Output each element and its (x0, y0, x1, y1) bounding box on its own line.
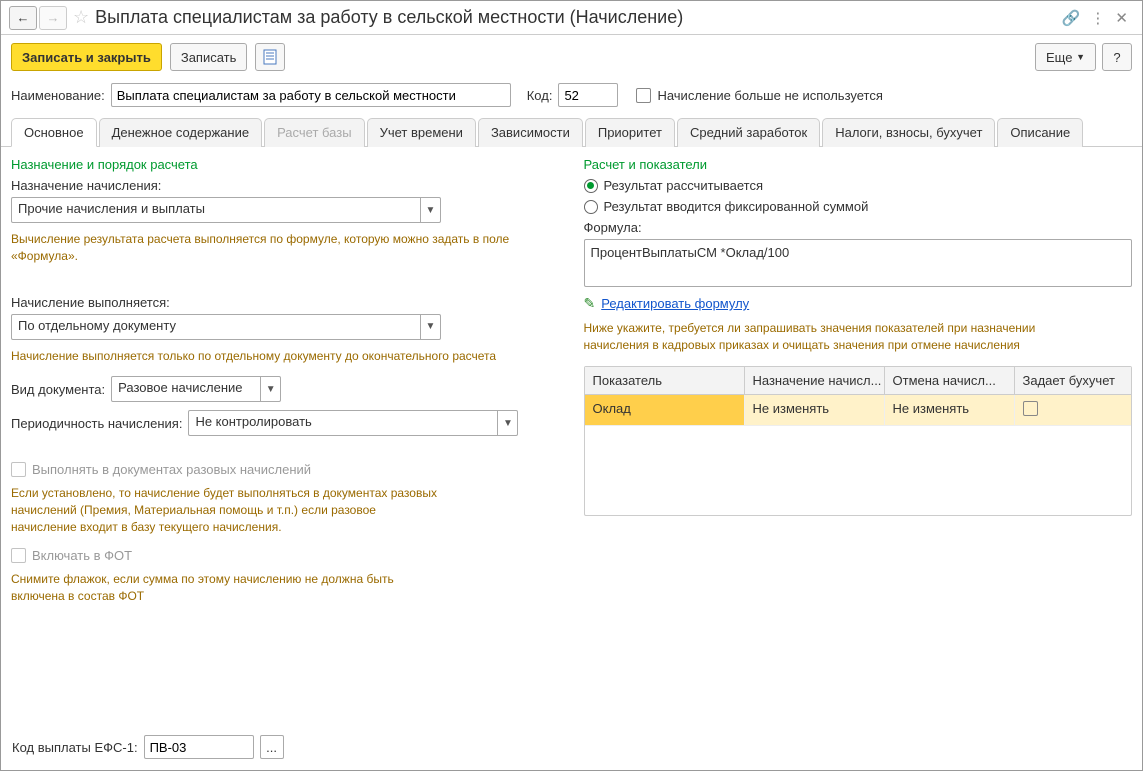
window-title: Выплата специалистам за работу в сельско… (95, 7, 1062, 28)
radio-fixed[interactable] (584, 200, 598, 214)
code-input[interactable] (558, 83, 618, 107)
name-input[interactable] (111, 83, 511, 107)
formula-label: Формула: (584, 220, 1133, 235)
chevron-down-icon[interactable]: ▼ (420, 315, 440, 339)
chevron-down-icon: ▼ (1076, 52, 1085, 62)
period-combo[interactable]: Не контролировать ▼ (188, 410, 518, 436)
radio-calc[interactable] (584, 179, 598, 193)
row-check[interactable] (1023, 401, 1038, 416)
tab-main[interactable]: Основное (11, 118, 97, 147)
cb-fot-label: Включать в ФОТ (32, 548, 132, 563)
save-and-close-button[interactable]: Записать и закрыть (11, 43, 162, 71)
document-icon (263, 49, 277, 65)
tab-desc[interactable]: Описание (997, 118, 1083, 147)
cb-fot (11, 548, 26, 563)
tab-time[interactable]: Учет времени (367, 118, 476, 147)
forward-button[interactable]: → (39, 6, 67, 30)
indicators-grid[interactable]: Показатель Назначение начисл... Отмена н… (584, 366, 1133, 516)
link-icon[interactable]: 🔗 (1062, 9, 1081, 27)
unused-label: Начисление больше не используется (657, 88, 882, 103)
grid-row[interactable]: Оклад Не изменять Не изменять (585, 395, 1132, 426)
exec-label: Начисление выполняется: (11, 295, 560, 310)
cb-razovy-label: Выполнять в документах разовых начислени… (32, 462, 311, 477)
doc-label: Вид документа: (11, 382, 105, 397)
grid-h1[interactable]: Показатель (585, 367, 745, 394)
period-label: Периодичность начисления: (11, 416, 182, 431)
pencil-icon: ✎ (584, 295, 596, 312)
save-button[interactable]: Записать (170, 43, 248, 71)
radio-fixed-label: Результат вводится фиксированной суммой (604, 199, 869, 214)
assign-hint: Вычисление результата расчета выполняетс… (11, 231, 560, 265)
efs-input[interactable] (144, 735, 254, 759)
code-label: Код: (527, 88, 553, 103)
grid-h4[interactable]: Задает бухучет (1015, 367, 1132, 394)
cb2-hint: Снимите флажок, если сумма по этому начи… (11, 571, 441, 605)
efs-select-button[interactable]: ... (260, 735, 284, 759)
tab-base[interactable]: Расчет базы (264, 118, 365, 147)
exec-hint: Начисление выполняется только по отдельн… (11, 348, 560, 365)
help-button[interactable]: ? (1102, 43, 1132, 71)
radio-calc-label: Результат рассчитывается (604, 178, 764, 193)
tab-avg[interactable]: Средний заработок (677, 118, 820, 147)
section-calc: Расчет и показатели (584, 157, 1133, 172)
grid-h2[interactable]: Назначение начисл... (745, 367, 885, 394)
back-button[interactable]: ← (9, 6, 37, 30)
kebab-icon[interactable]: ⋮ (1090, 9, 1105, 27)
favorite-star-icon[interactable]: ☆ (73, 7, 89, 28)
formula-box: ПроцентВыплатыСМ *Оклад/100 (584, 239, 1133, 287)
grid-h3[interactable]: Отмена начисл... (885, 367, 1015, 394)
chevron-down-icon[interactable]: ▼ (260, 377, 280, 401)
unused-checkbox[interactable] (636, 88, 651, 103)
report-icon-button[interactable] (255, 43, 285, 71)
grid-hint: Ниже укажите, требуется ли запрашивать з… (584, 320, 1064, 354)
assign-combo[interactable]: Прочие начисления и выплаты ▼ (11, 197, 441, 223)
cb-razovy (11, 462, 26, 477)
chevron-down-icon[interactable]: ▼ (497, 411, 517, 435)
tab-priority[interactable]: Приоритет (585, 118, 675, 147)
name-label: Наименование: (11, 88, 105, 103)
doc-combo[interactable]: Разовое начисление ▼ (111, 376, 281, 402)
cb1-hint: Если установлено, то начисление будет вы… (11, 485, 441, 535)
close-icon[interactable]: ✕ (1115, 9, 1128, 27)
edit-formula-link[interactable]: Редактировать формулу (601, 296, 749, 311)
tab-taxes[interactable]: Налоги, взносы, бухучет (822, 118, 995, 147)
more-button[interactable]: Еще ▼ (1035, 43, 1096, 71)
section-purpose: Назначение и порядок расчета (11, 157, 560, 172)
tab-money[interactable]: Денежное содержание (99, 118, 262, 147)
efs-label: Код выплаты ЕФС-1: (12, 740, 138, 755)
chevron-down-icon[interactable]: ▼ (420, 198, 440, 222)
assign-label: Назначение начисления: (11, 178, 560, 193)
exec-combo[interactable]: По отдельному документу ▼ (11, 314, 441, 340)
tab-deps[interactable]: Зависимости (478, 118, 583, 147)
